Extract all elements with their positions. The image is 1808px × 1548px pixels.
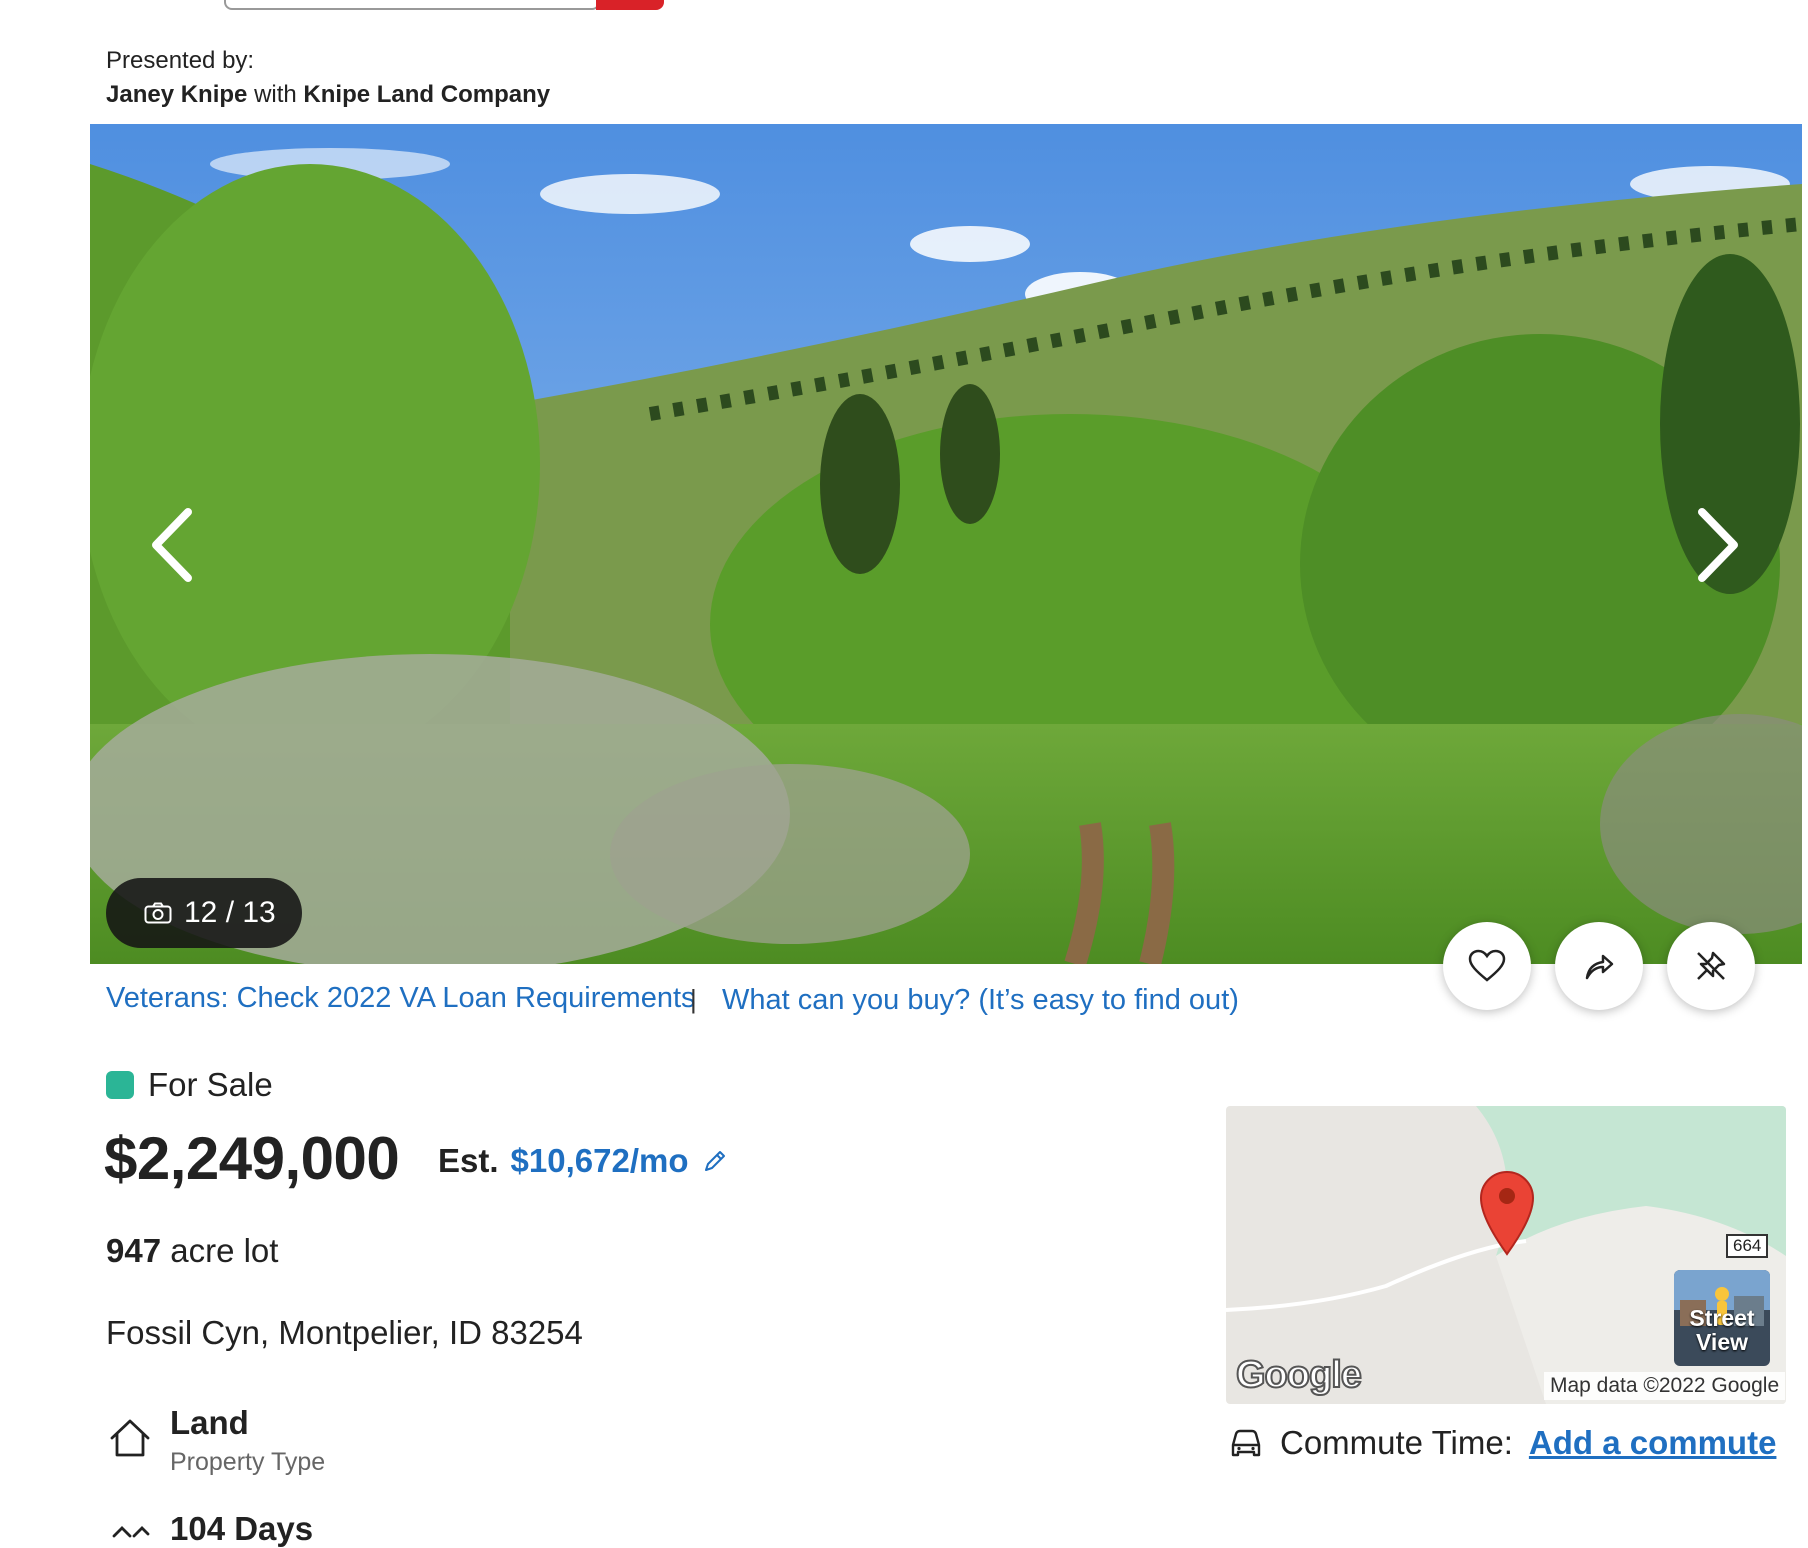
lot-size: 947 acre lot bbox=[106, 1232, 278, 1270]
camera-icon bbox=[144, 902, 172, 924]
listing-price: $2,249,000 bbox=[104, 1125, 400, 1192]
lot-size-unit: acre lot bbox=[170, 1232, 279, 1269]
hide-pin-icon bbox=[1697, 951, 1726, 980]
estimated-payment: Est. $10,672/mo bbox=[438, 1142, 729, 1180]
favorite-button[interactable] bbox=[1443, 922, 1531, 1010]
chevron-right-icon bbox=[1698, 508, 1738, 582]
company-name: Knipe Land Company bbox=[303, 81, 551, 108]
search-input[interactable] bbox=[224, 0, 600, 10]
agent-name: Janey Knipe bbox=[106, 81, 248, 108]
presented-by: Presented by: Janey Knipe with Knipe Lan… bbox=[106, 44, 550, 112]
est-payment-link[interactable]: $10,672/mo bbox=[511, 1142, 689, 1180]
road-shield: 664 bbox=[1726, 1234, 1769, 1258]
presented-by-connector: with bbox=[254, 81, 297, 108]
listing-photo[interactable] bbox=[90, 124, 1802, 964]
lot-size-value: 947 bbox=[106, 1232, 162, 1269]
map-attribution: Map data ©2022 Google bbox=[1544, 1372, 1786, 1400]
share-button[interactable] bbox=[1555, 922, 1643, 1010]
google-logo-text: Google bbox=[1235, 1353, 1363, 1397]
hide-listing-button[interactable] bbox=[1667, 922, 1755, 1010]
listing-status: For Sale bbox=[106, 1066, 273, 1104]
status-text: For Sale bbox=[148, 1066, 273, 1103]
photo-counter[interactable]: 12 / 13 bbox=[106, 878, 302, 948]
commute-label: Commute Time: bbox=[1280, 1424, 1513, 1461]
share-arrow-icon bbox=[1585, 954, 1614, 980]
house-icon bbox=[110, 1419, 150, 1457]
days-on-market-value: 104 Days bbox=[170, 1510, 314, 1547]
listing-address: Fossil Cyn, Montpelier, ID 83254 bbox=[106, 1314, 583, 1351]
status-dot bbox=[106, 1071, 134, 1099]
time-on-site-icon bbox=[112, 1526, 150, 1538]
pencil-icon[interactable] bbox=[701, 1147, 729, 1175]
gallery-prev-button[interactable] bbox=[142, 500, 202, 590]
presented-by-agent-line: Janey Knipe with Knipe Land Company bbox=[106, 78, 550, 112]
street-view-button[interactable]: Street View bbox=[1674, 1270, 1770, 1366]
chevron-left-icon bbox=[152, 508, 192, 582]
promo-separator: | bbox=[690, 984, 697, 1014]
va-loan-link[interactable]: Veterans: Check 2022 VA Loan Requirement… bbox=[106, 982, 696, 1015]
commute-time: Commute Time: Add a commute bbox=[1228, 1424, 1776, 1462]
street-view-label: Street View bbox=[1689, 1305, 1755, 1355]
property-type-label: Property Type bbox=[170, 1448, 326, 1476]
presented-by-label: Presented by: bbox=[106, 47, 255, 74]
car-icon bbox=[1231, 1429, 1261, 1457]
gallery-next-button[interactable] bbox=[1688, 500, 1748, 590]
google-logo: Google bbox=[1235, 1353, 1363, 1397]
heart-icon bbox=[1468, 949, 1506, 982]
affordability-link[interactable]: What can you buy? (It’s easy to find out… bbox=[722, 984, 1239, 1017]
add-commute-link[interactable]: Add a commute bbox=[1529, 1424, 1777, 1462]
photo-counter-text: 12 / 13 bbox=[184, 896, 276, 929]
property-type-value: Land bbox=[170, 1404, 249, 1441]
search-button[interactable] bbox=[596, 0, 664, 10]
est-label: Est. bbox=[438, 1142, 499, 1179]
